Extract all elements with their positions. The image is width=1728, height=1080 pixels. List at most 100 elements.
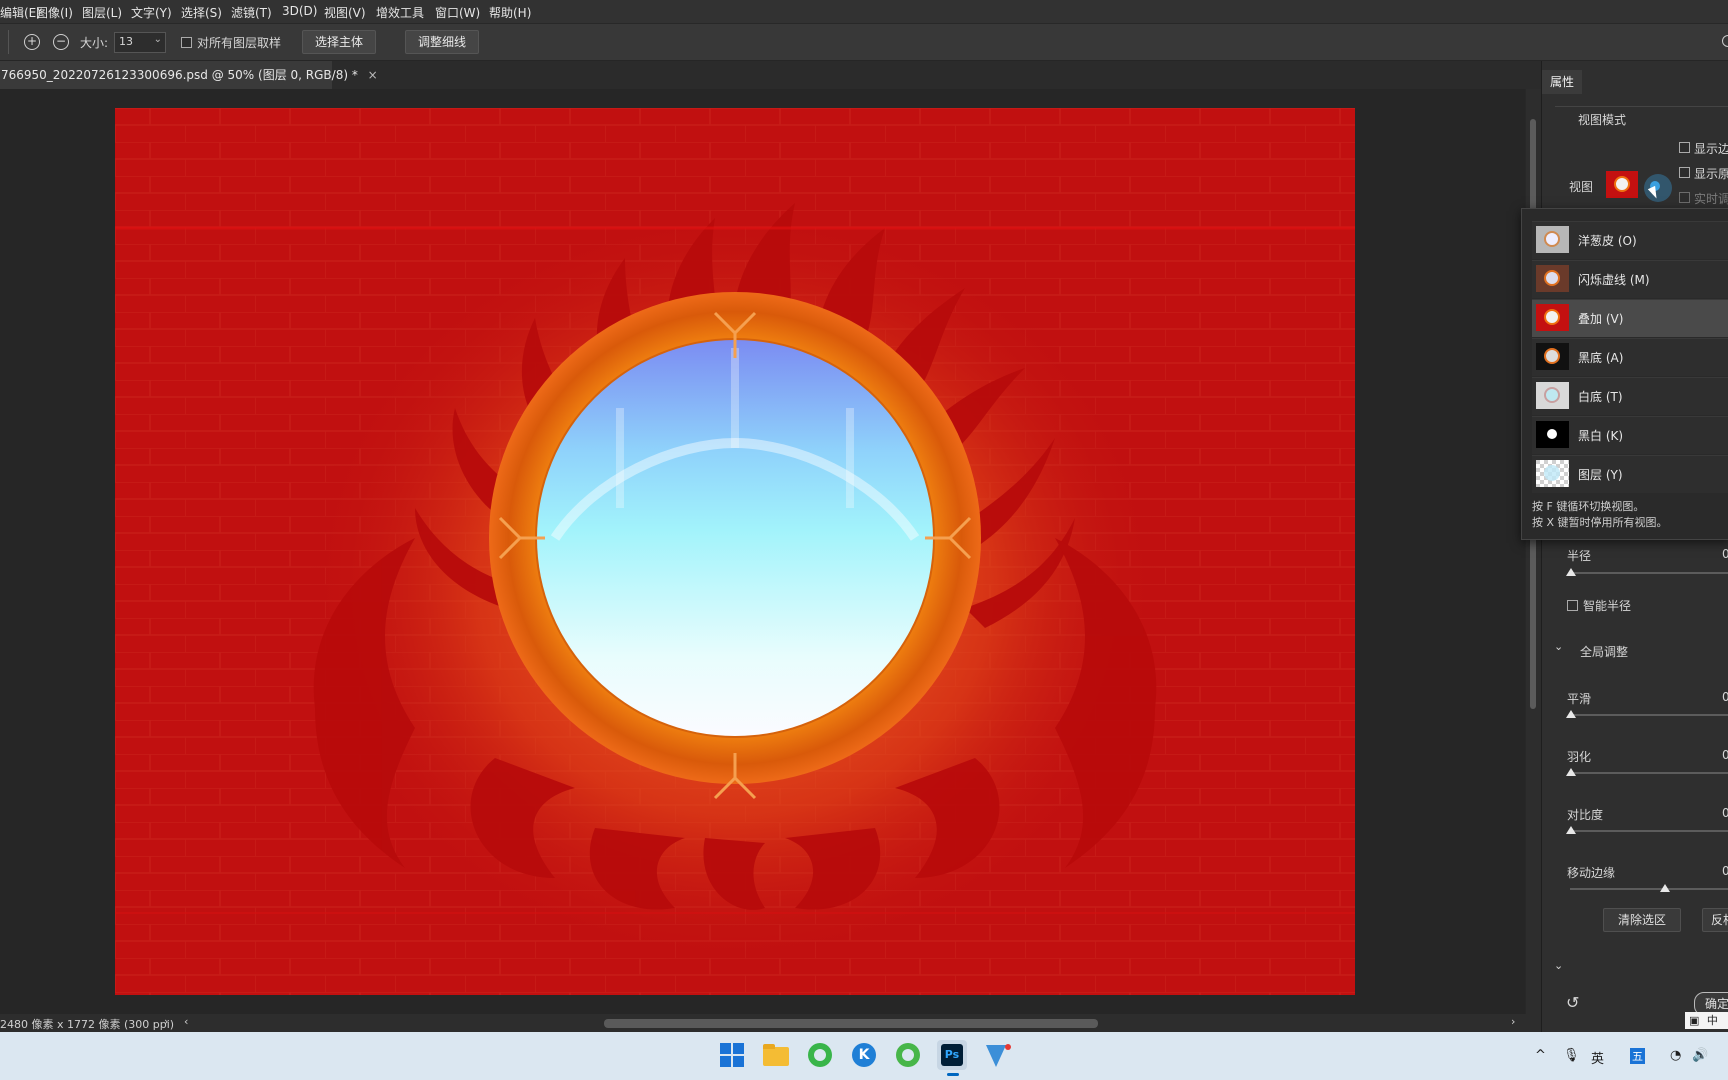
view-mode-heading: 视图模式 (1578, 113, 1627, 127)
view-option-marching-ants[interactable]: 闪烁虚线 (M) (1532, 260, 1728, 298)
document-canvas[interactable] (115, 108, 1355, 995)
options-bar: + − 大小: 13 ⌄ 对所有图层取样 选择主体 调整细线 (0, 24, 1728, 61)
file-explorer-icon[interactable] (761, 1040, 791, 1070)
shift-edge-slider-knob[interactable] (1660, 884, 1670, 892)
feather-label: 羽化 (1567, 750, 1592, 764)
view-hint-cycle: 按 F 键循环切换视图。 (1532, 500, 1645, 513)
view-option-overlay[interactable]: 叠加 (V) (1532, 299, 1728, 337)
chevron-down-icon[interactable]: ⌄ (1554, 959, 1563, 972)
menu-plugins[interactable]: 增效工具 (376, 4, 424, 21)
search-icon[interactable] (1722, 35, 1728, 47)
windows-start-icon[interactable] (717, 1040, 747, 1070)
status-arrow-icon[interactable]: › (164, 1015, 168, 1028)
canvas-area[interactable] (0, 89, 1525, 1014)
view-option-onion-skin[interactable]: 洋葱皮 (O) (1532, 221, 1728, 259)
sample-all-layers-label: 对所有图层取样 (197, 36, 282, 50)
radius-slider-knob[interactable] (1566, 568, 1576, 576)
invert-button[interactable]: 反相 (1702, 908, 1728, 932)
view-option-on-black[interactable]: 黑底 (A) (1532, 338, 1728, 376)
menu-view[interactable]: 视图(V) (324, 4, 366, 21)
scroll-right-icon[interactable]: › (1511, 1015, 1515, 1028)
menu-layer[interactable]: 图层(L) (82, 4, 122, 21)
horizontal-scroll-thumb[interactable] (604, 1019, 1098, 1028)
feather-slider-knob[interactable] (1566, 768, 1576, 776)
show-original-checkbox[interactable] (1679, 167, 1690, 178)
document-title: 766950_20220726123300696.psd @ 50% (图层 0… (1, 68, 358, 82)
feather-value[interactable]: 0 (1722, 748, 1728, 762)
radius-value[interactable]: 0 (1722, 547, 1728, 561)
show-edge-label: 显示边 (1694, 142, 1728, 156)
microphone-icon[interactable]: 🎙 (1563, 1048, 1580, 1063)
smooth-slider-knob[interactable] (1566, 710, 1576, 718)
k-app-icon[interactable]: K (849, 1040, 879, 1070)
ime-language: 中 (1706, 1014, 1718, 1027)
photoshop-icon[interactable]: Ps (937, 1040, 967, 1076)
document-info: 2480 像素 x 1772 像素 (300 ppi) (0, 1018, 175, 1031)
clear-selection-button[interactable]: 清除选区 (1603, 908, 1681, 932)
menu-bar: 编辑(E) 图像(I) 图层(L) 文字(Y) 选择(S) 滤镜(T) 3D(D… (0, 0, 1728, 23)
chevron-up-icon[interactable]: ^ (1535, 1048, 1546, 1063)
contrast-slider-knob[interactable] (1566, 826, 1576, 834)
ime-language-indicator[interactable]: 英 (1591, 1048, 1604, 1067)
shift-edge-value[interactable]: 0 (1722, 864, 1728, 878)
properties-tab[interactable]: 属性 (1542, 70, 1582, 94)
properties-panel: 属性 视图模式 显示边 显示原 视图 实时调 半径 0 智能半径 ⌄ 全局调整 … (1541, 61, 1728, 1032)
close-icon[interactable]: × (368, 68, 378, 82)
menu-window[interactable]: 窗口(W) (435, 4, 480, 21)
sample-all-layers-checkbox[interactable] (181, 37, 192, 48)
browser-2-icon[interactable] (893, 1040, 923, 1070)
select-subject-button[interactable]: 选择主体 (302, 30, 376, 54)
smart-radius-label: 智能半径 (1583, 599, 1632, 613)
view-label: 视图 (1569, 180, 1594, 194)
menu-select[interactable]: 选择(S) (181, 4, 222, 21)
shift-edge-label: 移动边缘 (1567, 866, 1616, 880)
size-field[interactable]: 13 ⌄ (114, 32, 166, 53)
volume-icon[interactable]: 🔊 (1692, 1048, 1708, 1063)
ime-box-indicator[interactable]: 五 (1630, 1048, 1645, 1064)
marching-ants-thumb (1536, 265, 1569, 292)
smart-radius-checkbox[interactable] (1567, 600, 1578, 611)
contrast-slider[interactable] (1570, 830, 1728, 832)
refine-hair-button[interactable]: 调整细线 (405, 30, 479, 54)
browser-icon[interactable] (805, 1040, 835, 1070)
scroll-left-icon[interactable]: ‹ (184, 1015, 188, 1028)
chevron-down-icon[interactable]: ⌄ (1554, 640, 1563, 653)
menu-help[interactable]: 帮助(H) (489, 4, 531, 21)
ime-mode-icon: ▣ (1689, 1014, 1700, 1027)
document-tab-bar: 766950_20220726123300696.psd @ 50% (图层 0… (0, 61, 1541, 89)
on-layers-thumb (1536, 460, 1569, 487)
menu-3d[interactable]: 3D(D) (282, 4, 317, 18)
shift-edge-slider[interactable] (1570, 888, 1728, 890)
add-to-selection-icon[interactable]: + (24, 34, 40, 50)
feather-slider[interactable] (1570, 772, 1728, 774)
design-app-icon[interactable] (981, 1040, 1011, 1070)
menu-type[interactable]: 文字(Y) (131, 4, 172, 21)
on-white-thumb (1536, 382, 1569, 409)
view-option-on-white[interactable]: 白底 (T) (1532, 377, 1728, 415)
document-tab[interactable]: 766950_20220726123300696.psd @ 50% (图层 0… (0, 61, 378, 89)
on-black-thumb (1536, 343, 1569, 370)
view-thumbnail[interactable] (1606, 171, 1638, 198)
black-white-thumb (1536, 421, 1569, 448)
chevron-down-icon[interactable]: ⌄ (154, 34, 162, 45)
wifi-icon[interactable]: ◔ (1670, 1048, 1681, 1063)
menu-edit[interactable]: 编辑(E) (0, 4, 41, 21)
realtime-label: 实时调 (1694, 192, 1728, 206)
subtract-from-selection-icon[interactable]: − (53, 34, 69, 50)
show-edge-checkbox[interactable] (1679, 142, 1690, 153)
menu-filter[interactable]: 滤镜(T) (231, 4, 272, 21)
radius-slider[interactable] (1570, 572, 1728, 574)
view-hint-disable: 按 X 键暂时停用所有视图。 (1532, 516, 1668, 529)
contrast-value[interactable]: 0 (1722, 806, 1728, 820)
smooth-slider[interactable] (1570, 714, 1728, 716)
taskbar: K Ps ^ 🎙 英 五 ◔ 🔊 (0, 1032, 1728, 1080)
realtime-checkbox[interactable] (1679, 192, 1690, 203)
view-option-on-layers[interactable]: 图层 (Y) (1532, 455, 1728, 493)
menu-image[interactable]: 图像(I) (36, 4, 73, 21)
ime-status-bar[interactable]: ▣ 中 (1685, 1012, 1728, 1029)
view-option-black-white[interactable]: 黑白 (K) (1532, 416, 1728, 454)
reset-icon[interactable]: ↺ (1566, 993, 1579, 1012)
smooth-value[interactable]: 0 (1722, 690, 1728, 704)
onion-skin-thumb (1536, 226, 1569, 253)
size-value: 13 (119, 35, 133, 48)
